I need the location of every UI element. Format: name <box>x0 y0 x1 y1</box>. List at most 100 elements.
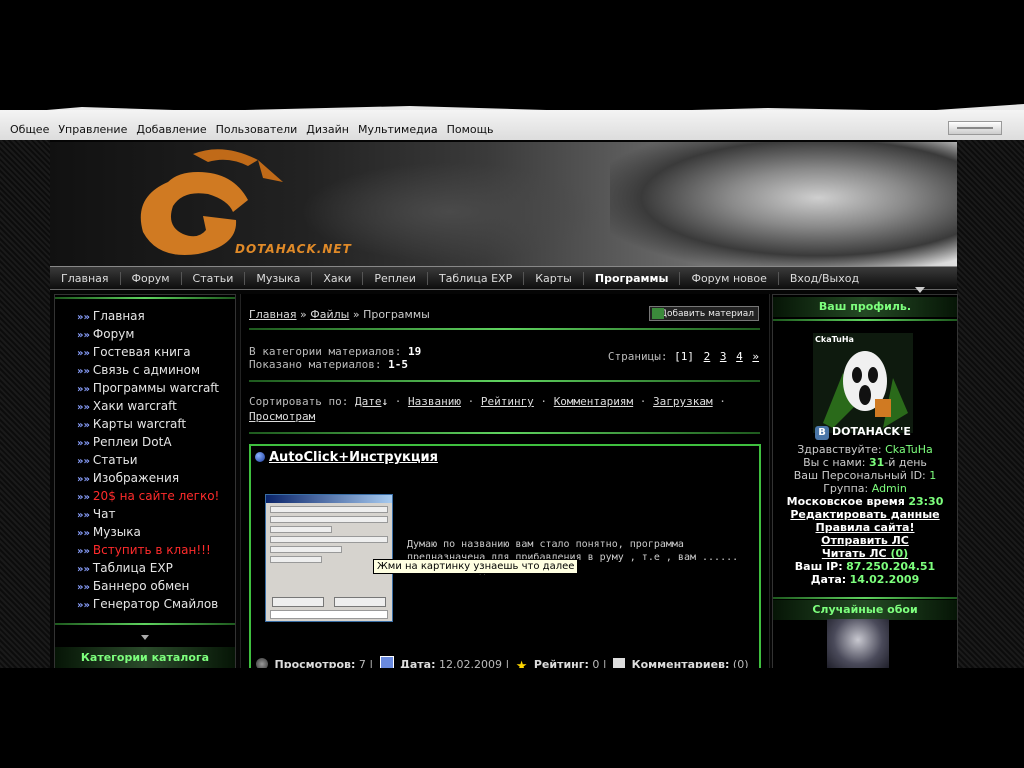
sort-by-rating[interactable]: Рейтингу <box>481 395 534 408</box>
breadcrumb: Главная » Файлы » Программы <box>249 308 430 321</box>
sort-by-comments[interactable]: Комментариям <box>554 395 633 408</box>
separator-line <box>249 380 760 382</box>
avatar-caption: CkaTuHa <box>815 335 854 344</box>
admin-menu-add[interactable]: Добавление <box>136 123 206 136</box>
nav-exp-table[interactable]: Таблица EXP <box>428 271 525 285</box>
username: CkaTuHa <box>885 443 933 456</box>
separator-line <box>249 328 760 330</box>
user-id: 1 <box>929 469 937 482</box>
sort-by-name[interactable]: Названию <box>408 395 461 408</box>
sidebar-item-label: Хаки warcraft <box>92 399 177 413</box>
pagination-page-3[interactable]: 3 <box>720 350 727 363</box>
edit-profile-link[interactable]: Редактировать данные <box>790 508 939 521</box>
nav-music[interactable]: Музыка <box>245 271 313 285</box>
group-label: Группа: <box>823 482 869 495</box>
nav-hacks[interactable]: Хаки <box>312 271 364 285</box>
sidebar-item[interactable]: »» Таблица EXP <box>77 559 235 577</box>
sidebar-top-line <box>55 297 235 299</box>
double-arrow-icon: »» <box>77 384 90 395</box>
ip-label: Ваш IP: <box>794 560 843 573</box>
sidebar-item[interactable]: »» Форум <box>77 325 235 343</box>
toolbar-toggle-button[interactable] <box>948 121 1002 135</box>
sidebar-item[interactable]: »» Главная <box>77 307 235 325</box>
admin-menu-general[interactable]: Общее <box>10 123 49 136</box>
sidebar-item[interactable]: »» Изображения <box>77 469 235 487</box>
globe-bullet-icon <box>255 452 265 462</box>
admin-menu-design[interactable]: Дизайн <box>306 123 349 136</box>
sidebar-item[interactable]: »» Связь с админом <box>77 361 235 379</box>
avatar[interactable]: CkaTuHa <box>813 333 913 433</box>
sidebar-item[interactable]: »» Реплеи DotA <box>77 433 235 451</box>
breadcrumb-home[interactable]: Главная <box>249 308 297 321</box>
sidebar-item[interactable]: »» Статьи <box>77 451 235 469</box>
sidebar-item-label: Баннеро обмен <box>92 579 190 593</box>
sort-by-date[interactable]: Дате <box>355 395 382 408</box>
sidebar-item[interactable]: »» Музыка <box>77 523 235 541</box>
sidebar-item-label: Таблица EXP <box>92 561 173 575</box>
admin-menu-management[interactable]: Управление <box>58 123 127 136</box>
breadcrumb-files[interactable]: Файлы <box>310 308 349 321</box>
pagination-current: [1] <box>674 350 694 363</box>
double-arrow-icon: »» <box>77 510 90 521</box>
sidebar-item[interactable]: »» Генератор Смайлов <box>77 595 235 613</box>
admin-menu-multimedia[interactable]: Мультимедиа <box>358 123 438 136</box>
catalog-categories-header: Категории каталога <box>55 647 235 669</box>
wallpaper-top-line <box>773 597 957 599</box>
sidebar-collapse-icon[interactable] <box>141 635 149 640</box>
admin-menu-help[interactable]: Помощь <box>447 123 494 136</box>
double-arrow-icon: »» <box>77 420 90 431</box>
nav-forum-new[interactable]: Форум новое <box>680 271 779 285</box>
thumbnail-field <box>270 546 342 553</box>
double-arrow-icon: »» <box>77 546 90 557</box>
pagination-page-4[interactable]: 4 <box>736 350 743 363</box>
add-material-label: Добавить материал <box>659 309 754 319</box>
pagination-page-2[interactable]: 2 <box>704 350 711 363</box>
add-material-icon <box>652 308 664 319</box>
vk-icon: B <box>815 426 829 440</box>
date-label: Дата: <box>810 573 847 586</box>
entry-title-link[interactable]: AutoClick+Инструкция <box>255 450 438 465</box>
pagination-next[interactable]: » <box>752 350 759 363</box>
banner-face-art <box>610 142 957 266</box>
sort-by-downloads[interactable]: Загрузкам <box>653 395 713 408</box>
add-material-button[interactable]: Добавить материал <box>649 306 759 321</box>
sidebar-item-label: 20$ на сайте легко! <box>92 489 220 503</box>
sidebar-item-label: Гостевая книга <box>92 345 191 359</box>
sidebar-item[interactable]: »» Баннеро обмен <box>77 577 235 595</box>
sidebar-item-label: Чат <box>92 507 116 521</box>
random-wallpaper-image[interactable] <box>827 619 889 671</box>
double-arrow-icon: »» <box>77 582 90 593</box>
nav-programs[interactable]: Программы <box>584 271 681 285</box>
nav-maps[interactable]: Карты <box>524 271 584 285</box>
left-border-strip <box>0 140 50 670</box>
category-count-value: 19 <box>407 345 422 358</box>
double-arrow-icon: »» <box>77 330 90 341</box>
nav-login-logout[interactable]: Вход/Выход <box>779 272 870 285</box>
sidebar-item[interactable]: »» Гостевая книга <box>77 343 235 361</box>
sidebar-menu: »» Главная»» Форум»» Гостевая книга»» Связь … <box>77 307 235 613</box>
nav-home[interactable]: Главная <box>50 271 121 285</box>
site-rules-link[interactable]: Правила сайта! <box>816 521 915 534</box>
sidebar-item[interactable]: »» Чат <box>77 505 235 523</box>
send-pm-link[interactable]: Отправить ЛС <box>821 534 909 547</box>
pagination-label: Страницы: <box>607 350 668 363</box>
double-arrow-icon: »» <box>77 564 90 575</box>
right-sidebar: Ваш профиль. CkaTuHa B DOTAHACK'E Здравст… <box>772 294 958 672</box>
sidebar-item[interactable]: »» Хаки warcraft <box>77 397 235 415</box>
main-navbar: Главная Форум Статьи Музыка Хаки Реплеи … <box>50 266 957 290</box>
sidebar-item[interactable]: »» 20$ на сайте легко! <box>77 487 235 505</box>
sort-by-views[interactable]: Просмотрам <box>249 410 315 423</box>
nav-replays[interactable]: Реплеи <box>363 271 428 285</box>
user-group: Admin <box>871 482 907 495</box>
entry-thumbnail[interactable] <box>265 494 393 622</box>
sidebar-item[interactable]: »» Вступить в клан!!! <box>77 541 235 559</box>
admin-menu-users[interactable]: Пользователи <box>216 123 298 136</box>
sidebar-item[interactable]: »» Программы warcraft <box>77 379 235 397</box>
days-count: 31 <box>868 456 885 469</box>
read-pm-link[interactable]: Читать ЛС (0) <box>822 547 908 560</box>
nav-articles[interactable]: Статьи <box>182 271 246 285</box>
sidebar-item[interactable]: »» Карты warcraft <box>77 415 235 433</box>
nav-forum[interactable]: Форум <box>121 271 182 285</box>
double-arrow-icon: »» <box>77 348 90 359</box>
logo-text[interactable]: DOTAHACK.NET <box>235 242 352 256</box>
